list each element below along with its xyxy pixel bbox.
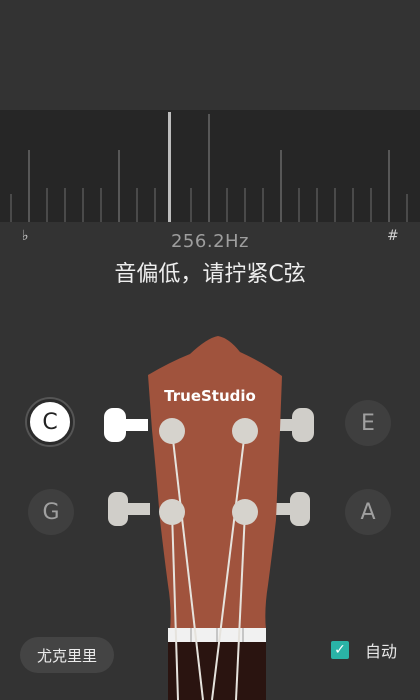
string-button-label: C — [42, 409, 58, 435]
string-button-e[interactable]: E — [345, 400, 391, 446]
tuner-key-g[interactable] — [108, 492, 150, 526]
auto-toggle[interactable]: ✓ 自动 — [331, 638, 397, 662]
peg-e — [232, 418, 258, 444]
checkmark-icon: ✓ — [334, 642, 346, 658]
string-button-c[interactable]: C — [27, 399, 73, 445]
peg-g — [159, 499, 185, 525]
ukulele-headstock: TrueStudio — [104, 336, 314, 700]
auto-label: 自动 — [365, 642, 398, 661]
peg-c — [159, 418, 185, 444]
brand-logo: TrueStudio — [164, 387, 256, 405]
auto-checkbox[interactable]: ✓ — [331, 641, 349, 659]
instrument-select-label: 尤克里里 — [36, 646, 97, 665]
headstock-body — [148, 336, 282, 630]
string-button-a[interactable]: A — [345, 489, 391, 535]
string-button-label: A — [360, 499, 376, 525]
peg-a — [232, 499, 258, 525]
string-button-g[interactable]: G — [28, 489, 74, 535]
string-button-label: E — [361, 410, 375, 436]
tuner-key-c[interactable] — [104, 408, 148, 442]
string-button-label: G — [42, 499, 60, 525]
instrument-select-button[interactable]: 尤克里里 — [20, 637, 114, 673]
